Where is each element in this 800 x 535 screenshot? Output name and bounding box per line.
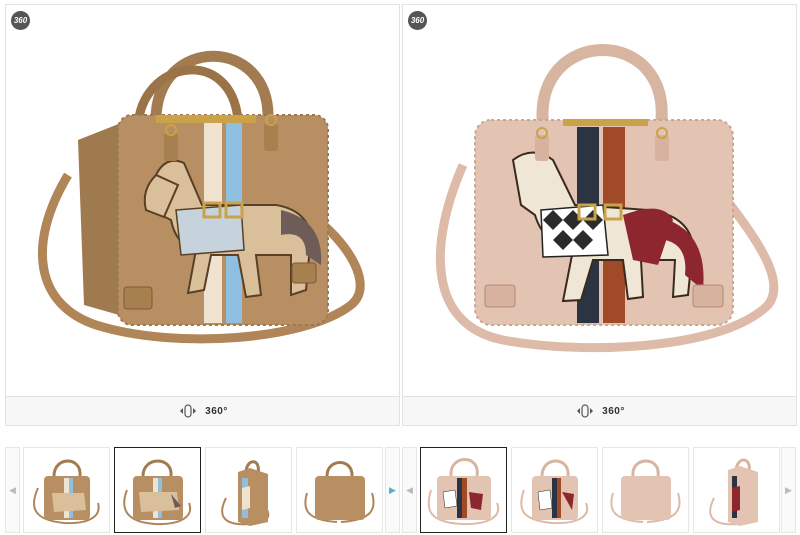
badge-360: 360 (11, 11, 30, 30)
rotate-360-control[interactable]: 360° (403, 396, 796, 425)
rotate-360-control[interactable]: 360° (6, 396, 399, 425)
rotate-360-label: 360° (205, 405, 228, 417)
viewer-360-pink[interactable]: 360 360° (402, 4, 797, 426)
thumbnail-tan-side[interactable] (205, 447, 292, 533)
thumbnail-pink-front-angled[interactable] (511, 447, 598, 533)
product-image-pink-bag[interactable] (403, 5, 796, 398)
rotate-360-label: 360° (602, 405, 625, 417)
chevron-left-icon: ◀ (406, 484, 413, 495)
pink-horse-bag-illustration (436, 44, 779, 353)
product-image-tan-bag[interactable] (6, 5, 399, 398)
thumb-strip-right-prev-button[interactable]: ◀ (402, 447, 417, 533)
thumb-strip-right-next-button[interactable]: ▶ (781, 447, 796, 533)
chevron-right-icon: ▶ (389, 484, 396, 495)
thumbnail-pink-back[interactable] (602, 447, 689, 533)
thumbnail-tan-front-angled[interactable] (23, 447, 110, 533)
tan-horse-bag-illustration (37, 50, 365, 344)
viewer-360-tan[interactable]: 360 360° (5, 4, 400, 426)
thumb-strip-left-prev-button[interactable]: ◀ (5, 447, 20, 533)
thumbnail-tan-front[interactable] (114, 447, 201, 533)
chevron-left-icon: ◀ (9, 484, 16, 495)
thumbnail-pink-front[interactable] (420, 447, 507, 533)
drag-rotate-icon (577, 404, 594, 418)
badge-360: 360 (408, 11, 427, 30)
chevron-right-icon: ▶ (785, 484, 792, 495)
thumbnail-tan-back[interactable] (296, 447, 383, 533)
thumb-strip-left-next-button[interactable]: ▶ (385, 447, 400, 533)
thumbnail-pink-side[interactable] (693, 447, 780, 533)
drag-rotate-icon (180, 404, 197, 418)
